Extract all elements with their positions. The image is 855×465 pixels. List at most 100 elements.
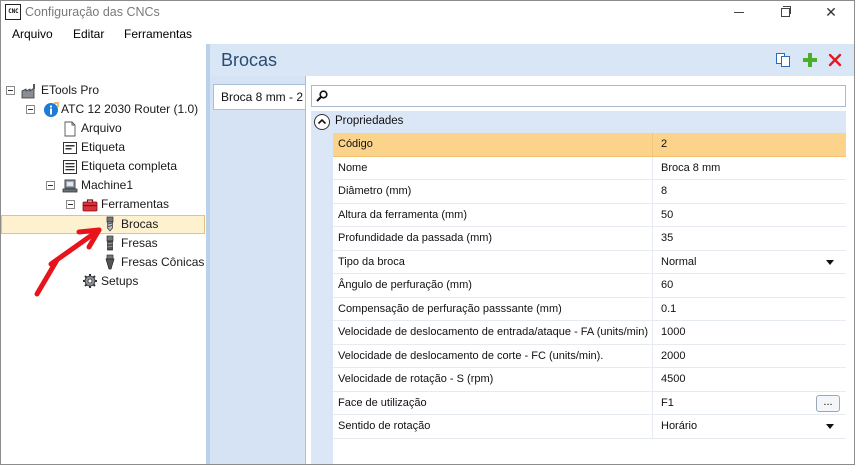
column-divider[interactable]	[652, 344, 653, 367]
delete-icon[interactable]	[827, 52, 843, 68]
tree-expander-ferramentas[interactable]	[66, 200, 75, 209]
tree-pane: ETools Pro ATC 12 2030 Router (1.0) Arqu…	[1, 44, 206, 464]
property-value[interactable]: 0.1	[661, 303, 676, 315]
column-divider[interactable]	[652, 297, 653, 320]
tree-expander-atc[interactable]	[26, 105, 35, 114]
property-row[interactable]: Velocidade de deslocamento de corte - FC…	[333, 344, 846, 368]
property-value[interactable]: Horário	[661, 420, 697, 432]
detail-pane: Brocas Broca 8 mm - 2 Propriedades Códig…	[210, 44, 854, 464]
property-value[interactable]: Broca 8 mm	[661, 162, 720, 174]
property-grid: Propriedades Código 2 Nome Broca 8 mm Diâmet…	[311, 111, 846, 464]
tab-broca-8mm[interactable]: Broca 8 mm - 2	[213, 84, 305, 110]
tree-item-atc-router[interactable]: ATC 12 2030 Router (1.0)	[61, 100, 198, 119]
property-value[interactable]: 60	[661, 279, 673, 291]
app-icon-text: CNC	[7, 8, 19, 15]
drill-bit-icon	[102, 216, 118, 232]
property-value[interactable]: 50	[661, 209, 673, 221]
property-name: Face de utilização	[338, 396, 427, 409]
property-row[interactable]: Nome Broca 8 mm	[333, 156, 846, 180]
menu-arquivo[interactable]: Arquivo	[12, 27, 53, 41]
property-row[interactable]: Ângulo de perfuração (mm) 60	[333, 274, 846, 298]
property-name: Velocidade de deslocamento de entrada/at…	[338, 326, 649, 338]
column-divider[interactable]	[652, 368, 653, 391]
full-label-icon	[62, 159, 78, 175]
maximize-button[interactable]	[762, 1, 808, 23]
property-row[interactable]: Velocidade de deslocamento de entrada/at…	[333, 321, 846, 345]
column-divider[interactable]	[652, 133, 653, 156]
property-value[interactable]: 2	[661, 138, 667, 150]
property-value[interactable]: 8	[661, 185, 667, 197]
column-divider[interactable]	[652, 415, 653, 438]
property-value[interactable]: 2000	[661, 350, 685, 362]
close-icon: ✕	[825, 4, 837, 20]
property-row[interactable]: Velocidade de rotação - S (rpm) 4500	[333, 368, 846, 392]
close-button[interactable]: ✕	[808, 1, 854, 23]
search-box[interactable]	[311, 85, 846, 107]
tree-item-fresas-conicas[interactable]: Fresas Cônicas	[121, 253, 204, 272]
page-title: Brocas	[221, 50, 278, 70]
tree-item-arquivo[interactable]: Arquivo	[81, 119, 122, 138]
tree-item-fresas[interactable]: Fresas	[121, 234, 158, 253]
tree-expander-root[interactable]	[6, 86, 15, 95]
property-value[interactable]: 35	[661, 232, 673, 244]
dropdown-arrow-icon[interactable]	[826, 259, 834, 265]
property-name: Velocidade de rotação - S (rpm)	[338, 373, 494, 385]
properties-panel: Propriedades Código 2 Nome Broca 8 mm Diâmet…	[305, 76, 854, 464]
column-divider[interactable]	[652, 321, 653, 344]
machine-icon	[62, 178, 78, 194]
property-name: Sentido de rotação	[338, 420, 431, 432]
property-value[interactable]: Normal	[661, 256, 696, 268]
category-row[interactable]: Propriedades	[311, 111, 846, 133]
dropdown-arrow-icon[interactable]	[826, 424, 834, 429]
toolbox-icon	[82, 197, 98, 213]
column-divider[interactable]	[652, 156, 653, 179]
window-title: Configuração das CNCs	[25, 5, 160, 19]
property-row[interactable]: Código 2	[333, 133, 846, 157]
copy-icon[interactable]	[775, 52, 791, 68]
property-row[interactable]: Compensação de perfuração passsante (mm)…	[333, 297, 846, 321]
minimize-button[interactable]	[716, 1, 762, 23]
property-name: Diâmetro (mm)	[338, 185, 412, 197]
tree-item-brocas[interactable]: Brocas	[121, 215, 158, 234]
app-window: CNC Configuração das CNCs ✕ Arquivo Edit…	[0, 0, 855, 465]
info-globe-icon	[43, 102, 59, 118]
property-row[interactable]: Tipo da broca Normal	[333, 250, 846, 274]
column-divider[interactable]	[652, 180, 653, 203]
restore-icon	[780, 6, 791, 18]
property-value[interactable]: 1000	[661, 326, 685, 338]
ellipsis-button[interactable]: ...	[816, 394, 840, 412]
search-icon	[316, 90, 328, 102]
property-row[interactable]: Face de utilização F1...	[333, 391, 846, 415]
property-row[interactable]: Profundidade da passada (mm) 35	[333, 227, 846, 251]
tree-item-etiqueta-completa[interactable]: Etiqueta completa	[81, 157, 177, 176]
tree-item-machine1[interactable]: Machine1	[81, 176, 133, 195]
gear-icon	[82, 273, 98, 289]
property-row[interactable]: Altura da ferramenta (mm) 50	[333, 203, 846, 227]
property-row[interactable]: Sentido de rotação Horário	[333, 415, 846, 439]
collapse-icon[interactable]	[314, 114, 330, 130]
column-divider[interactable]	[652, 391, 653, 414]
property-name: Tipo da broca	[338, 255, 405, 268]
column-divider[interactable]	[652, 227, 653, 250]
column-divider[interactable]	[652, 274, 653, 297]
tree-item-setups[interactable]: Setups	[101, 272, 138, 291]
document-icon	[62, 121, 78, 137]
tree-item-etools-pro[interactable]: ETools Pro	[41, 81, 99, 100]
tree-expander-machine1[interactable]	[46, 181, 55, 190]
tree-item-etiqueta[interactable]: Etiqueta	[81, 138, 125, 157]
column-divider[interactable]	[652, 250, 653, 273]
property-name: Compensação de perfuração passsante (mm)	[338, 302, 562, 315]
property-name: Nome	[338, 161, 368, 174]
minimize-icon	[734, 12, 744, 14]
label-icon	[62, 140, 78, 156]
property-value[interactable]: 4500	[661, 373, 685, 385]
property-name: Velocidade de deslocamento de corte - FC…	[338, 349, 604, 362]
menu-editar[interactable]: Editar	[73, 27, 104, 41]
header-band: Brocas	[210, 44, 854, 76]
property-value[interactable]: F1	[661, 397, 674, 409]
tree-item-ferramentas[interactable]: Ferramentas	[101, 195, 169, 214]
property-row[interactable]: Diâmetro (mm) 8	[333, 180, 846, 204]
add-icon[interactable]	[802, 52, 818, 68]
column-divider[interactable]	[652, 203, 653, 226]
menu-ferramentas[interactable]: Ferramentas	[124, 27, 192, 41]
